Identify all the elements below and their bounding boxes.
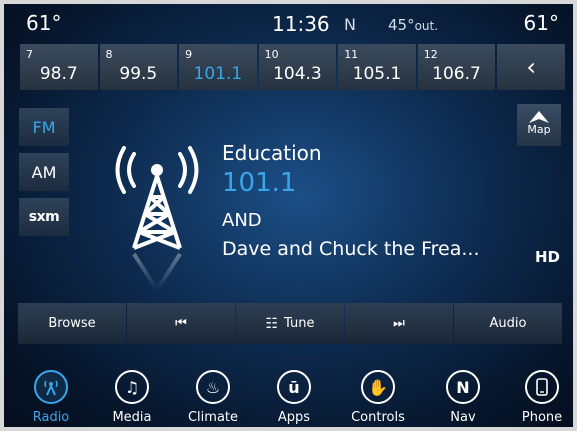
presets-back-button[interactable]: ‹ bbox=[497, 44, 566, 90]
preset-number: 10 bbox=[264, 48, 279, 61]
station-frequency: 101.1 bbox=[222, 168, 297, 198]
nav-nav[interactable]: N Nav bbox=[428, 364, 498, 427]
preset-12[interactable]: 12 106.7 bbox=[417, 44, 496, 90]
nav-climate-label: Climate bbox=[187, 410, 239, 425]
map-label: Map bbox=[527, 123, 551, 136]
passenger-temp[interactable]: 61° bbox=[524, 11, 559, 35]
map-button[interactable]: Map bbox=[517, 104, 561, 146]
preset-number: 11 bbox=[344, 48, 359, 61]
clock: 11:36 bbox=[272, 12, 330, 36]
station-call-sign: AND bbox=[222, 210, 262, 231]
preset-number: 8 bbox=[105, 48, 113, 61]
preset-7[interactable]: 7 98.7 bbox=[20, 44, 98, 90]
music-note-icon: ♫ bbox=[115, 370, 149, 404]
nav-controls-label: Controls bbox=[351, 410, 405, 425]
nav-radio[interactable]: Radio bbox=[16, 364, 86, 427]
nav-nav-label: Nav bbox=[450, 410, 476, 425]
hd-radio-icon: HD bbox=[535, 248, 561, 266]
nav-phone-label: Phone bbox=[521, 410, 563, 425]
browse-label: Browse bbox=[48, 316, 96, 331]
station-genre: Education bbox=[222, 141, 322, 165]
compass-icon: N bbox=[446, 370, 480, 404]
nav-radio-label: Radio bbox=[32, 410, 70, 425]
preset-8[interactable]: 8 99.5 bbox=[99, 44, 178, 90]
nav-climate[interactable]: ♨ Climate bbox=[178, 364, 248, 427]
radio-tower-icon bbox=[115, 146, 199, 292]
preset-number: 12 bbox=[423, 48, 438, 61]
radio-icon bbox=[34, 370, 68, 404]
band-fm-button[interactable]: FM bbox=[19, 108, 69, 146]
preset-frequency: 99.5 bbox=[119, 64, 158, 84]
preset-frequency: 106.7 bbox=[432, 64, 481, 84]
seek-back-button[interactable]: ⏮ bbox=[127, 303, 235, 344]
preset-10[interactable]: 10 104.3 bbox=[258, 44, 337, 90]
seek-back-icon: ⏮ bbox=[175, 316, 187, 331]
tune-label: Tune bbox=[284, 316, 315, 331]
map-icon bbox=[529, 111, 549, 123]
nav-media-label: Media bbox=[112, 410, 152, 425]
status-bar: 61° 11:36 N 45°out. 61° bbox=[4, 4, 573, 42]
nav-media[interactable]: ♫ Media bbox=[97, 364, 167, 427]
outside-temp: 45°out. bbox=[388, 16, 438, 34]
chevron-left-icon: ‹ bbox=[526, 53, 536, 81]
seek-forward-icon: ⏭ bbox=[393, 316, 405, 331]
preset-9[interactable]: 9 101.1 bbox=[179, 44, 257, 90]
preset-frequency: 101.1 bbox=[193, 64, 243, 84]
nav-apps-label: Apps bbox=[277, 410, 311, 425]
driver-temp[interactable]: 61° bbox=[26, 11, 61, 35]
band-am-button[interactable]: AM bbox=[19, 153, 69, 191]
preset-number: 7 bbox=[26, 48, 33, 61]
radio-screen: 61° 11:36 N 45°out. 61° 7 98.7 8 99.5 9 … bbox=[4, 4, 573, 427]
preset-frequency: 104.3 bbox=[273, 64, 322, 84]
climate-icon: ♨ bbox=[196, 370, 230, 404]
phone-icon bbox=[525, 370, 559, 404]
preset-bar: 7 98.7 8 99.5 9 101.1 10 104.3 11 105.1 … bbox=[20, 44, 566, 90]
controls-icon: ✋ bbox=[361, 370, 395, 404]
nav-controls[interactable]: ✋ Controls bbox=[343, 364, 413, 427]
apps-icon: ū bbox=[277, 370, 311, 404]
audio-label: Audio bbox=[489, 316, 527, 331]
preset-frequency: 98.7 bbox=[39, 64, 78, 84]
compass-heading: N bbox=[344, 15, 356, 34]
preset-frequency: 105.1 bbox=[352, 64, 402, 84]
preset-number: 9 bbox=[185, 48, 193, 61]
outside-temp-label: out. bbox=[414, 19, 439, 33]
keypad-icon: ☷ bbox=[265, 315, 279, 332]
browse-button[interactable]: Browse bbox=[18, 303, 126, 344]
band-sxm-button[interactable]: sxm bbox=[19, 198, 69, 236]
nav-apps[interactable]: ū Apps bbox=[259, 364, 329, 427]
tune-button[interactable]: ☷ Tune bbox=[236, 303, 344, 344]
preset-11[interactable]: 11 105.1 bbox=[338, 44, 416, 90]
nav-phone[interactable]: Phone bbox=[507, 364, 573, 427]
control-bar: Browse ⏮ ☷ Tune ⏭ Audio bbox=[18, 303, 563, 344]
audio-button[interactable]: Audio bbox=[454, 303, 562, 344]
outside-temp-value: 45° bbox=[388, 16, 415, 34]
song-title: Dave and Chuck the Frea... bbox=[222, 238, 480, 260]
seek-forward-button[interactable]: ⏭ bbox=[345, 303, 453, 344]
bottom-nav-bar: Radio ♫ Media ♨ Climate ū Apps ✋ Control… bbox=[4, 364, 573, 427]
